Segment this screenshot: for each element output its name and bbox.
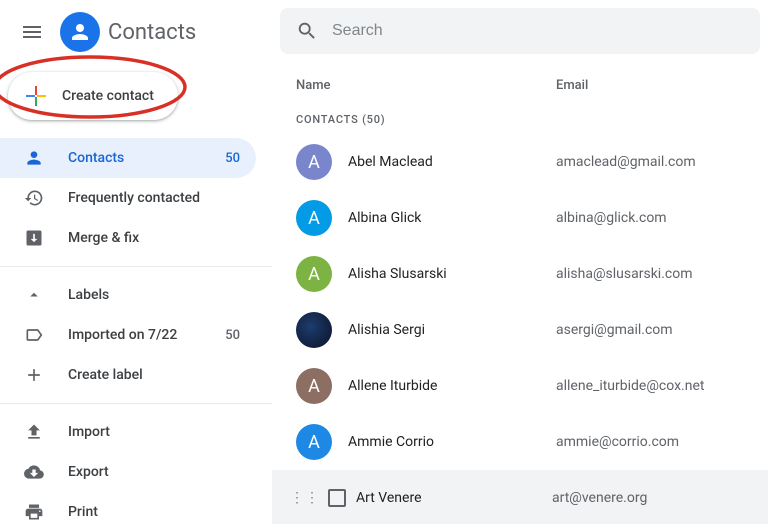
divider — [0, 403, 272, 404]
create-contact-button[interactable]: Create contact — [8, 72, 178, 120]
avatar: A — [296, 424, 332, 460]
row-checkbox[interactable] — [328, 489, 346, 507]
sidebar-item-label: Frequently contacted — [68, 190, 240, 206]
sidebar-create-label[interactable]: Create label — [0, 355, 256, 395]
contact-row[interactable]: A Albina Glickalbina@glick.com — [272, 190, 768, 246]
avatar: A — [296, 368, 332, 404]
avatar: A — [296, 144, 332, 180]
contact-row[interactable]: A Allene Iturbideallene_iturbide@cox.net — [272, 358, 768, 414]
plus-icon — [24, 84, 48, 108]
contact-row[interactable]: A Abel Macleadamaclead@gmail.com — [272, 134, 768, 190]
sidebar-import[interactable]: Import — [0, 412, 256, 452]
person-icon — [68, 20, 92, 44]
history-icon — [24, 188, 44, 208]
avatar — [296, 312, 332, 348]
sidebar-item-frequently-contacted[interactable]: Frequently contacted — [0, 178, 256, 218]
app-title: Contacts — [108, 20, 196, 45]
contact-name: Albina Glick — [348, 210, 556, 226]
plus-icon — [24, 365, 44, 385]
contact-row[interactable]: A Ammie Corrioammie@corrio.com — [272, 414, 768, 470]
sidebar-labels-header[interactable]: Labels — [0, 275, 256, 315]
upload-icon — [24, 422, 44, 442]
cloud-download-icon — [24, 462, 44, 482]
contact-email: albina@glick.com — [556, 210, 667, 226]
column-header-email: Email — [556, 78, 744, 93]
contact-row[interactable]: A Alisha Slusarskialisha@slusarski.com — [272, 246, 768, 302]
search-icon — [296, 20, 318, 42]
sidebar-labels-label: Labels — [68, 287, 240, 303]
divider — [0, 266, 272, 267]
sidebar-item-label: Imported on 7/22 — [68, 327, 201, 343]
contact-email: amaclead@gmail.com — [556, 154, 696, 170]
contact-name: Alishia Sergi — [348, 322, 556, 338]
person-icon — [24, 148, 44, 168]
sidebar-item-count: 50 — [225, 328, 240, 343]
column-header-name: Name — [296, 78, 556, 93]
contact-email: ammie@corrio.com — [556, 434, 679, 450]
sidebar-print[interactable]: Print — [0, 492, 256, 532]
sidebar-item-count: 50 — [225, 151, 240, 166]
avatar: A — [296, 200, 332, 236]
avatar: A — [296, 256, 332, 292]
print-icon — [24, 502, 44, 522]
sidebar-item-merge-fix[interactable]: Merge & fix — [0, 218, 256, 258]
hamburger-icon — [20, 20, 44, 44]
sidebar-item-label: Create label — [68, 367, 240, 383]
contact-email: allene_iturbide@cox.net — [556, 378, 704, 394]
contacts-section-header: CONTACTS (50) — [272, 105, 768, 134]
search-input[interactable] — [332, 22, 744, 40]
contact-name: Abel Maclead — [348, 154, 556, 170]
drag-handle-icon[interactable]: ⋮⋮ — [290, 495, 320, 501]
contact-email: asergi@gmail.com — [556, 322, 673, 338]
sidebar-item-label: Merge & fix — [68, 230, 240, 246]
create-contact-label: Create contact — [62, 88, 154, 104]
contact-row[interactable]: Alishia Sergiasergi@gmail.com — [272, 302, 768, 358]
contact-email: art@venere.org — [552, 490, 647, 506]
sidebar-item-label: Contacts — [68, 150, 201, 166]
contact-email: alisha@slusarski.com — [556, 266, 693, 282]
sidebar-item-contacts[interactable]: Contacts 50 — [0, 138, 256, 178]
sidebar-item-label: Export — [68, 464, 240, 480]
sidebar-item-label: Import — [68, 424, 240, 440]
contact-name: Art Venere — [356, 490, 552, 506]
row-hover-controls: ⋮⋮ — [290, 489, 346, 507]
label-icon — [24, 325, 44, 345]
app-icon — [60, 12, 100, 52]
contact-name: Ammie Corrio — [348, 434, 556, 450]
sidebar-export[interactable]: Export — [0, 452, 256, 492]
contact-name: Allene Iturbide — [348, 378, 556, 394]
contact-row[interactable]: ⋮⋮ Art Venereart@venere.org — [272, 470, 768, 524]
merge-fix-icon — [24, 228, 44, 248]
column-header-row: Name Email — [272, 62, 768, 105]
main-menu-button[interactable] — [8, 8, 56, 56]
chevron-up-icon — [24, 285, 44, 305]
sidebar-item-label: Print — [68, 504, 240, 520]
sidebar-label-item[interactable]: Imported on 7/22 50 — [0, 315, 256, 355]
contact-name: Alisha Slusarski — [348, 266, 556, 282]
search-bar[interactable] — [280, 8, 760, 54]
